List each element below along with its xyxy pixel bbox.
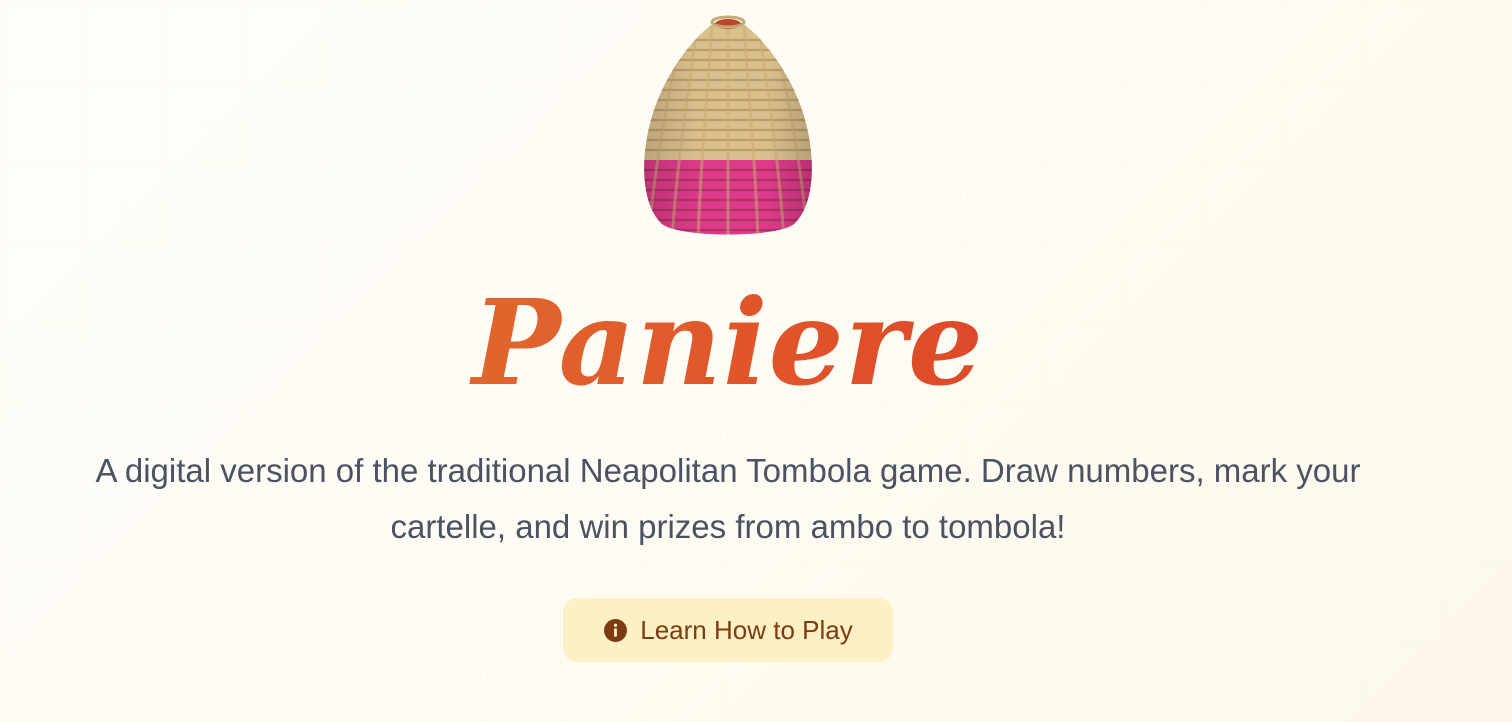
info-circle-icon <box>604 618 628 642</box>
learn-how-to-play-label: Learn How to Play <box>640 614 853 645</box>
app-title: Paniere <box>0 278 1456 408</box>
learn-how-to-play-button[interactable]: Learn How to Play <box>563 598 893 662</box>
basket-image <box>644 15 812 235</box>
landing-page: Paniere A digital version of the traditi… <box>0 0 1512 722</box>
app-description: A digital version of the traditional Nea… <box>95 452 1361 545</box>
